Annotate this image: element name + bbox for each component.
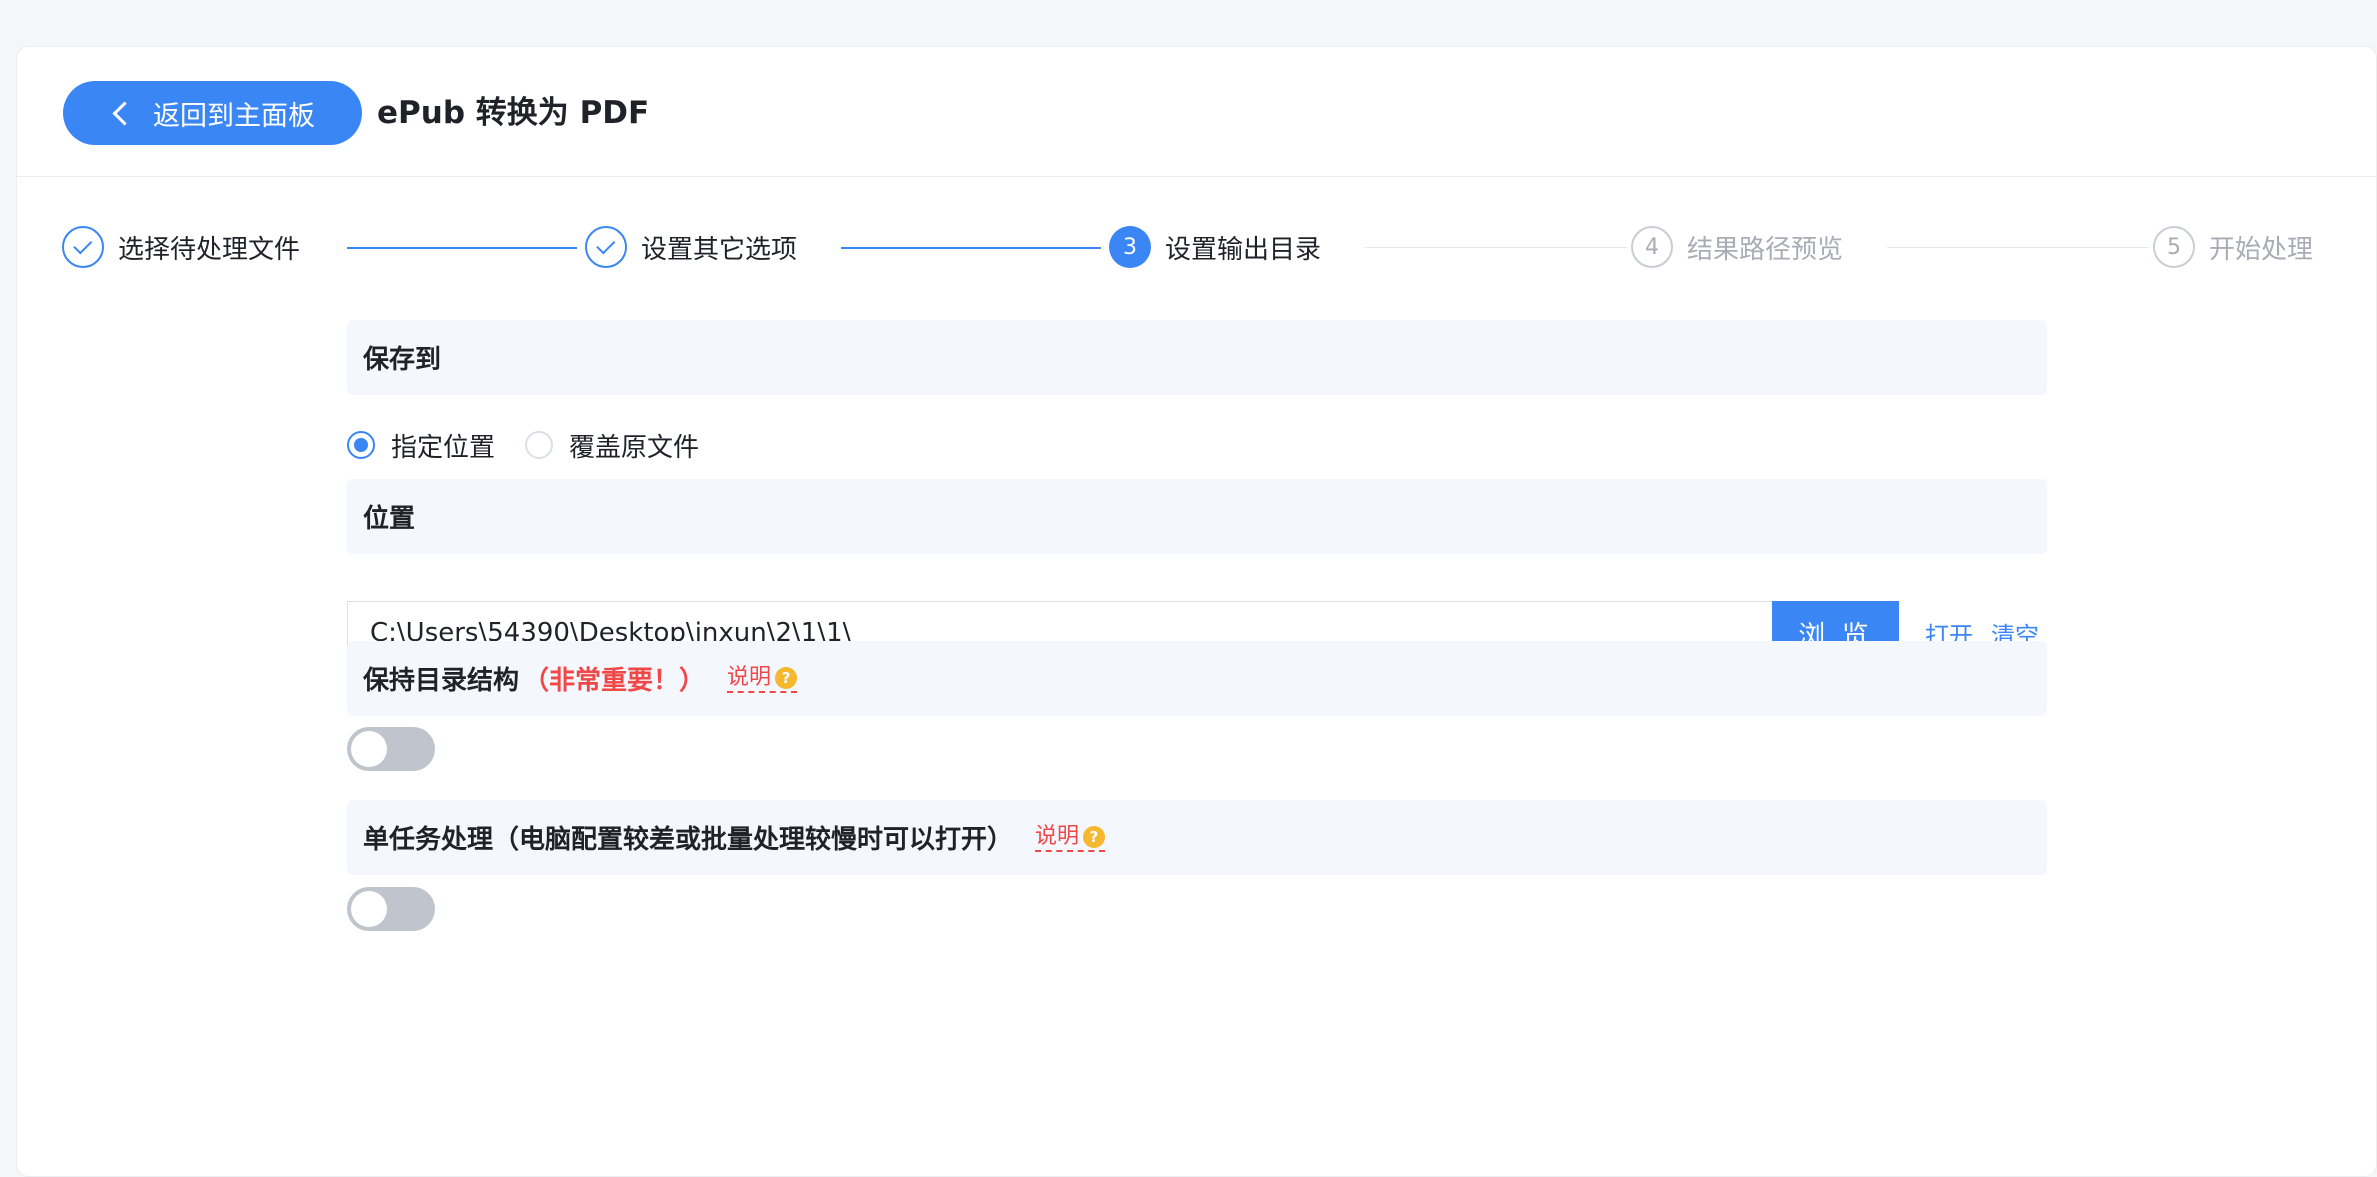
keep-structure-help-link[interactable]: 说明 ? — [727, 664, 798, 693]
radio-specified-location[interactable]: 指定位置 — [347, 427, 495, 464]
question-icon: ? — [1083, 825, 1106, 848]
radio-label: 指定位置 — [391, 432, 496, 463]
step-other-options[interactable]: 设置其它选项 — [585, 224, 797, 270]
keep-structure-heading: 保持目录结构 （非常重要！） 说明 ? — [347, 641, 2047, 716]
back-button-label: 返回到主面板 — [153, 100, 315, 132]
step-start-processing[interactable]: 5 开始处理 — [2153, 224, 2313, 270]
step-label: 设置输出目录 — [1165, 234, 1322, 265]
header: 返回到主面板 ePub 转换为 PDF — [17, 47, 2376, 177]
single-task-heading: 单任务处理（电脑配置较差或批量处理较慢时可以打开） 说明 ? — [347, 800, 2047, 875]
keep-structure-toggle[interactable] — [347, 727, 435, 771]
page-title: ePub 转换为 PDF — [377, 95, 650, 131]
step-connector — [1887, 247, 2149, 248]
chevron-left-icon — [112, 100, 137, 126]
single-task-help-link[interactable]: 说明 ? — [1035, 823, 1106, 852]
keep-structure-heading-text: 保持目录结构 — [363, 666, 520, 696]
step-label: 选择待处理文件 — [118, 234, 301, 265]
radio-unchecked-icon — [525, 431, 554, 459]
question-icon: ? — [775, 666, 798, 689]
back-to-dashboard-button[interactable]: 返回到主面板 — [63, 81, 362, 145]
step-done-check-icon — [585, 226, 627, 268]
save-to-options: 指定位置 覆盖原文件 — [347, 425, 729, 465]
step-number-badge: 3 — [1109, 226, 1151, 268]
step-number-badge: 5 — [2153, 226, 2195, 268]
step-label: 开始处理 — [2209, 234, 2314, 265]
step-connector — [841, 247, 1101, 249]
radio-overwrite-original[interactable]: 覆盖原文件 — [525, 427, 699, 464]
step-done-check-icon — [62, 226, 104, 268]
save-to-heading-text: 保存到 — [363, 345, 442, 375]
single-task-heading-text: 单任务处理（电脑配置较差或批量处理较慢时可以打开） — [363, 825, 1014, 855]
help-label: 说明 — [727, 664, 772, 690]
save-to-heading: 保存到 — [347, 320, 2047, 395]
step-label: 设置其它选项 — [641, 234, 798, 265]
help-label: 说明 — [1035, 823, 1080, 849]
step-select-files[interactable]: 选择待处理文件 — [62, 224, 300, 270]
location-heading-text: 位置 — [363, 504, 416, 534]
step-connector — [347, 247, 577, 249]
step-progress: 选择待处理文件 设置其它选项 3 设置输出目录 4 结果路径预览 5 开始处理 — [17, 176, 2376, 286]
single-task-toggle[interactable] — [347, 887, 435, 931]
radio-checked-icon — [347, 431, 375, 459]
step-label: 结果路径预览 — [1687, 234, 1844, 265]
toggle-knob — [351, 731, 387, 767]
important-note: （非常重要！） — [523, 666, 706, 696]
location-heading: 位置 — [347, 479, 2047, 554]
toggle-knob — [351, 891, 387, 927]
main-card: 返回到主面板 ePub 转换为 PDF 选择待处理文件 设置其它选项 3 设置输… — [16, 46, 2377, 1177]
step-connector — [1365, 247, 1627, 248]
step-number-badge: 4 — [1631, 226, 1673, 268]
radio-label: 覆盖原文件 — [569, 432, 700, 463]
step-path-preview[interactable]: 4 结果路径预览 — [1631, 224, 1843, 270]
step-output-directory[interactable]: 3 设置输出目录 — [1109, 224, 1321, 270]
